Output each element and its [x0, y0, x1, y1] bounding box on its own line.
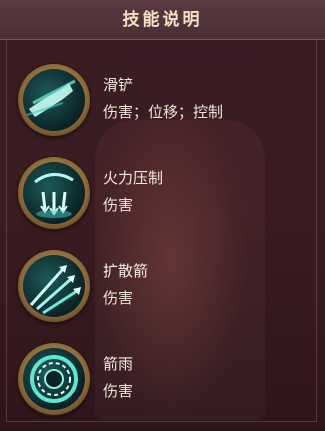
spread-arrows-icon [29, 265, 81, 315]
skill-name: 滑铲 [103, 76, 134, 94]
skill-tags: 伤害 [103, 196, 134, 214]
skill-name: 箭雨 [103, 355, 134, 373]
panel-title: 技能说明 [122, 10, 203, 30]
skill-icon-frame[interactable] [18, 343, 90, 415]
skill-icon-frame[interactable] [18, 157, 90, 229]
skill-item-arrow-rain[interactable]: 箭雨 伤害 [0, 343, 325, 431]
panel-header: 技能说明 [0, 0, 325, 40]
skill-item-spread-arrow[interactable]: 扩散箭 伤害 [0, 250, 325, 338]
skill-item-suppression[interactable]: 火力压制 伤害 [0, 157, 325, 245]
skill-tags: 伤害 [103, 289, 134, 307]
arrow-barrage-icon [34, 173, 74, 218]
slide-kick-icon [26, 79, 76, 117]
skill-info-panel: 技能说明 滑铲 伤害；位移；控制 火力压制 伤害 扩散箭 伤害 箭雨 伤害 [0, 0, 325, 426]
skill-tags: 伤害；位移；控制 [103, 103, 224, 121]
arrow-rain-ring-icon [30, 355, 78, 403]
skill-icon-frame[interactable] [18, 250, 90, 322]
skill-name: 火力压制 [103, 169, 164, 187]
skill-tags: 伤害 [103, 382, 134, 400]
skill-name: 扩散箭 [103, 262, 149, 280]
skill-icon-frame[interactable] [18, 64, 90, 136]
skill-item-slide[interactable]: 滑铲 伤害；位移；控制 [0, 64, 325, 152]
